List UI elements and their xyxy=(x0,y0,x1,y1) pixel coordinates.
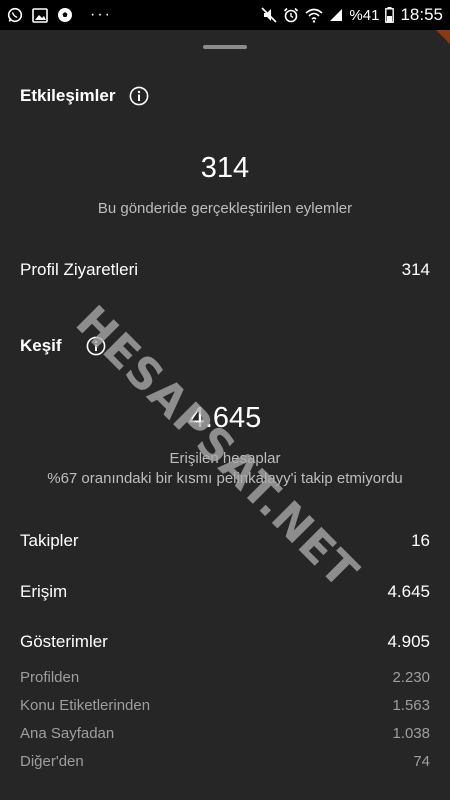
row-value: 4.905 xyxy=(387,632,430,651)
row-label: Gösterimler xyxy=(20,632,108,651)
row-value: 2.230 xyxy=(392,669,430,686)
sheet-corner-accent xyxy=(436,30,450,44)
row-label: Takipler xyxy=(20,531,79,550)
row-value: 74 xyxy=(413,753,430,770)
reach-total: 4.645 xyxy=(188,402,262,434)
battery-icon xyxy=(385,7,395,23)
battery-percentage: %41 xyxy=(349,6,380,24)
profile-visits-row: Profil Ziyaretleri 314 xyxy=(20,260,430,280)
non-follower-note: %67 oranındaki bir kısmı pelinkalayy'i t… xyxy=(47,470,403,487)
row-label: Erişim xyxy=(20,582,68,601)
reach-row: Erişim 4.645 xyxy=(20,582,430,602)
signal-icon xyxy=(329,8,343,22)
row-value: 1.563 xyxy=(392,697,430,714)
alarm-icon xyxy=(283,7,299,23)
row-value: 4.645 xyxy=(387,582,430,601)
wifi-icon xyxy=(305,8,323,23)
info-icon[interactable] xyxy=(129,86,149,106)
mute-icon xyxy=(261,7,277,23)
interactions-caption: Bu gönderide gerçekleştirilen eylemler xyxy=(97,200,353,217)
impressions-row: Gösterimler 4.905 xyxy=(20,632,430,652)
row-value: 1.038 xyxy=(392,725,430,742)
gallery-icon xyxy=(32,7,48,23)
insights-screen: ··· %41 18:55 Etkileşimler 314 Bu gönder… xyxy=(0,0,450,800)
row-label: Profilden xyxy=(20,669,80,686)
from-home-row: Ana Sayfadan 1.038 xyxy=(20,725,430,742)
status-bar: ··· %41 18:55 xyxy=(0,0,450,30)
row-label: Profil Ziyaretleri xyxy=(20,260,139,279)
from-profile-row: Profilden 2.230 xyxy=(20,669,430,686)
from-other-row: Diğer'den 74 xyxy=(20,753,430,770)
row-value: 314 xyxy=(401,260,430,279)
sheet-drag-handle[interactable] xyxy=(203,45,247,49)
follows-row: Takipler 16 xyxy=(20,531,430,551)
clock: 18:55 xyxy=(400,5,443,24)
row-label: Konu Etiketlerinden xyxy=(20,697,151,714)
discovery-header: Keşif xyxy=(20,336,106,356)
row-value: 16 xyxy=(411,531,430,550)
more-notifications-icon: ··· xyxy=(90,6,112,23)
interactions-total: 314 xyxy=(200,152,250,184)
soccer-ball-icon xyxy=(57,7,73,23)
reach-caption: Erişilen hesaplar xyxy=(169,450,281,467)
interactions-header: Etkileşimler xyxy=(20,86,149,106)
discovery-title: Keşif xyxy=(20,336,62,355)
from-hashtags-row: Konu Etiketlerinden 1.563 xyxy=(20,697,430,714)
interactions-title: Etkileşimler xyxy=(20,86,116,105)
whatsapp-icon xyxy=(7,7,23,23)
info-icon[interactable] xyxy=(86,336,106,356)
row-label: Ana Sayfadan xyxy=(20,725,115,742)
row-label: Diğer'den xyxy=(20,753,84,770)
